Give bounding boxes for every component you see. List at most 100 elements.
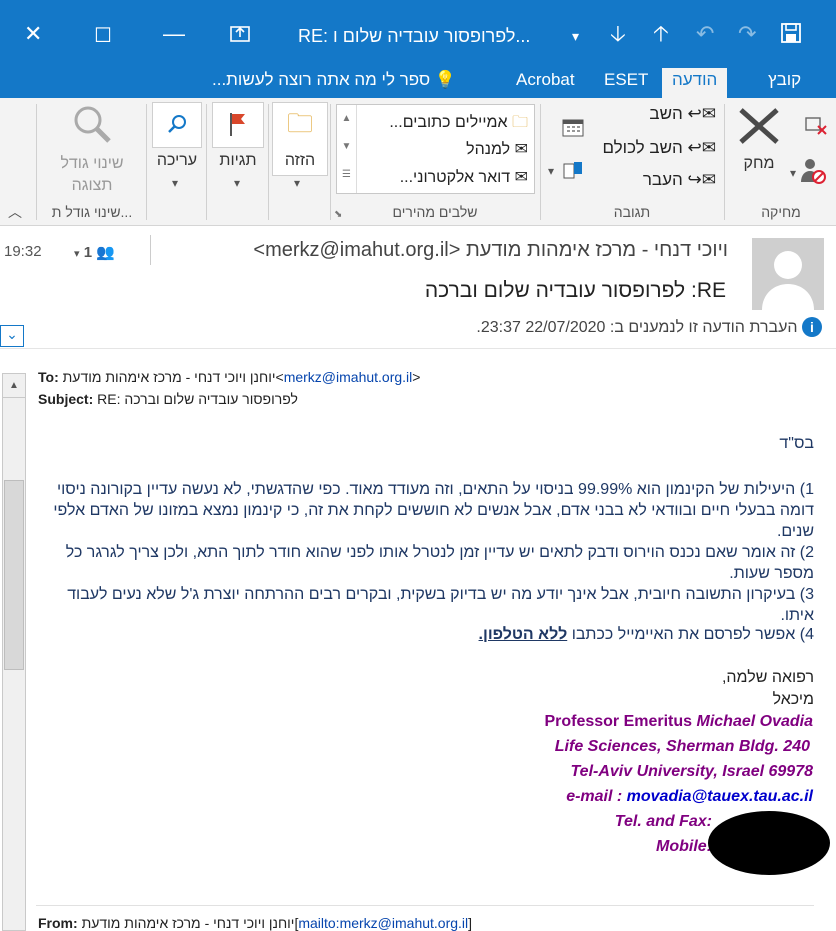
separator: [330, 104, 331, 220]
scroll-thumb[interactable]: [4, 480, 24, 670]
paragraph-1: 1) היעילות של הקינמון הוא 99.99% בניסוי …: [53, 481, 814, 540]
tags-button[interactable]: [212, 102, 264, 148]
window-title: RE: לפרופסור עובדיה שלום ו...: [298, 26, 531, 46]
reply-all-button[interactable]: ✉↩ השב לכולם: [602, 138, 716, 158]
more-respond-dropdown-icon[interactable]: ▾: [548, 164, 554, 178]
ignore-icon[interactable]: [804, 114, 828, 141]
bsd: בס"ד: [779, 435, 814, 452]
close-icon[interactable]: ✕: [24, 23, 42, 45]
folder-icon: 🗀: [511, 114, 528, 131]
tab-eset[interactable]: ESET: [594, 68, 658, 98]
maximize-icon[interactable]: ☐: [94, 26, 112, 46]
scroll-up-icon[interactable]: ▲: [337, 105, 356, 133]
editing-dropdown-icon[interactable]: ▾: [172, 176, 178, 190]
quick-steps-scroll[interactable]: ▲ ▼ ☰: [337, 105, 357, 193]
signature-email: e-mail : movadia@tauex.tau.ac.il: [566, 788, 813, 805]
expand-gallery-icon[interactable]: ☰: [337, 161, 356, 189]
zoom-label: שינוי גודל תצוגה: [60, 155, 124, 194]
from-name: יוחנן ויוכי דנחי - מרכז אימהות מודעת: [81, 915, 295, 931]
paragraph-3: 3) בעיקרון התשובה חיובית, אבל אינך יודע …: [67, 586, 814, 624]
reply-all-icon: ✉↩: [687, 138, 717, 157]
expand-header-button[interactable]: ⌄: [0, 325, 24, 347]
message-header: 19:32 ▾ 1 👥 ויוכי דנחי - מרכז אימהות מוד…: [0, 227, 836, 347]
avatar: [752, 238, 824, 310]
to-line: To: יוחנן ויוכי דנחי - מרכז אימהות מודעת…: [38, 369, 421, 385]
scroll-down-icon[interactable]: ▼: [337, 133, 356, 161]
mail-arrow-icon: ✉: [514, 141, 528, 158]
quick-access-dropdown-icon[interactable]: ▾: [572, 26, 579, 46]
forward-button[interactable]: ✉↪ העבר: [643, 170, 716, 190]
save-icon[interactable]: [780, 22, 802, 48]
signature-fax: Tel. and Fax:: [614, 813, 712, 830]
editing-button[interactable]: [152, 102, 202, 148]
info-bar: i העברת הודעה זו לנמענים ב: 22/07/2020 2…: [476, 317, 822, 337]
move-folder-icon: 🗀: [286, 108, 313, 138]
reply-label: השב: [649, 104, 683, 123]
scroll-up-icon[interactable]: ▲: [3, 374, 25, 398]
delete-icon: [737, 108, 781, 150]
reply-button[interactable]: ✉↩ השב: [649, 104, 716, 124]
tags-label: תגיות: [219, 152, 257, 169]
tab-acrobat[interactable]: Acrobat: [506, 68, 585, 98]
tab-file[interactable]: קובץ: [758, 68, 811, 98]
paragraph-2: 2) זה אומר שאם נכנס הוירוס ודבק לתאים יש…: [65, 544, 814, 582]
delete-button[interactable]: מחק: [734, 106, 784, 175]
junk-icon[interactable]: [798, 156, 828, 191]
junk-dropdown-icon[interactable]: ▾: [790, 166, 796, 180]
tab-message[interactable]: הודעה: [662, 68, 728, 98]
paragraph-4: 4) אפשר לפרסם את האיימייל ככתבו ללא הטלפ…: [478, 626, 814, 643]
quick-step-email[interactable]: ✉ דואר אלקטרוני...: [400, 167, 528, 187]
redo-icon[interactable]: ↷: [738, 23, 756, 45]
mail-icon: ✉: [514, 169, 528, 186]
more-respond-icon[interactable]: [562, 160, 584, 187]
flag-icon: [228, 113, 248, 141]
tags-dropdown-icon[interactable]: ▾: [234, 176, 240, 190]
delete-group: ▾ מחק מחיקה: [726, 98, 836, 224]
redaction-mark: [708, 811, 830, 875]
subject-line: Subject: RE: לפרופסור עובדיה שלום וברכה: [38, 391, 298, 407]
separator: [206, 104, 207, 220]
info-icon: i: [802, 317, 822, 337]
separator: [724, 104, 725, 220]
previous-item-icon[interactable]: 🡡: [653, 23, 669, 45]
lightbulb-icon: 💡: [434, 70, 457, 89]
separator: [146, 104, 147, 220]
separator: [36, 104, 37, 220]
next-item-icon[interactable]: 🡣: [610, 23, 626, 45]
ribbon: ▾ מחק מחיקה ✉↩ השב ✉↩ השב לכולם ✉↪ העבר: [0, 98, 836, 226]
sender[interactable]: ויוכי דנחי - מרכז אימהות מודעת <merkz@im…: [253, 239, 728, 262]
zoom-icon: [70, 106, 114, 150]
greeting: רפואה שלמה,: [721, 669, 814, 686]
editing-group: עריכה ▾: [148, 98, 206, 224]
subject-value: RE: לפרופסור עובדיה שלום וברכה: [97, 391, 298, 407]
separator: [540, 104, 541, 220]
move-dropdown-icon[interactable]: ▾: [294, 176, 300, 190]
separator: [268, 104, 269, 220]
tab-tell-me[interactable]: 💡 ספר לי מה אתה רוצה לעשות...: [202, 68, 466, 98]
undo-icon[interactable]: ↶: [696, 23, 714, 45]
meeting-icon[interactable]: [562, 118, 584, 143]
separator: [36, 905, 814, 906]
delete-group-label: מחיקה: [761, 204, 801, 220]
quick-step-to-manager[interactable]: ✉ למנהל: [466, 139, 528, 159]
participants-button[interactable]: ▾ 1 👥: [74, 243, 115, 261]
popout-icon[interactable]: [230, 24, 250, 46]
move-group: 🗀 הזזה ▾: [270, 98, 330, 224]
tags-group: תגיות ▾: [208, 98, 268, 224]
collapse-ribbon-icon[interactable]: ︿: [8, 202, 22, 222]
signature-email-link[interactable]: movadia@tauex.tau.ac.il: [627, 788, 813, 805]
zoom-button[interactable]: שינוי גודל תצוגה: [42, 102, 142, 197]
no-phone-emphasis: ללא הטלפון.: [478, 626, 568, 643]
to-email-link[interactable]: merkz@imahut.org.il: [284, 369, 413, 385]
minimize-icon[interactable]: —: [163, 23, 185, 45]
reply-icon: ✉↩: [687, 104, 717, 123]
forward-icon: ✉↪: [687, 170, 717, 189]
reply-all-label: השב לכולם: [602, 138, 683, 157]
scrollbar[interactable]: ▲: [2, 373, 26, 931]
tell-me-label: ספר לי מה אתה רוצה לעשות...: [212, 70, 431, 89]
from-mailto-link[interactable]: mailto:merkz@imahut.org.il: [298, 915, 468, 931]
zoom-group: שינוי גודל תצוגה שינוי גודל ת...: [38, 98, 146, 224]
quick-step-written-emails[interactable]: 🗀 אמיילים כתובים...: [389, 111, 528, 138]
to-name: יוחנן ויוכי דנחי - מרכז אימהות מודעת: [62, 369, 276, 385]
signature-title: Professor Emeritus Michael Ovadia: [544, 713, 813, 730]
